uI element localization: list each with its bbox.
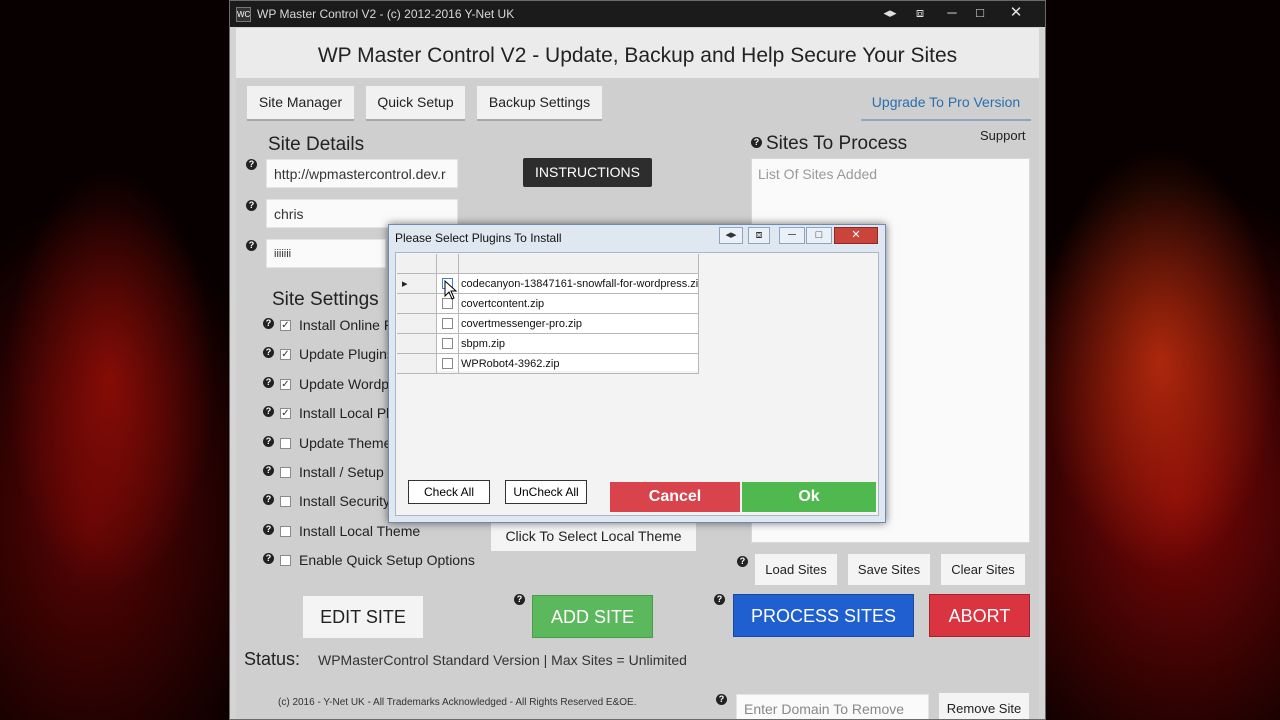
cancel-button[interactable]: Cancel (610, 482, 740, 512)
support-link[interactable]: Support (980, 128, 1026, 143)
plugin-dialog: Please Select Plugins To Install ◂▸ ⧈ ─ … (388, 224, 886, 523)
load-sites-button[interactable]: Load Sites (755, 554, 837, 585)
app-icon: WC (236, 7, 251, 22)
restore-icon[interactable]: ⧈ (748, 227, 770, 244)
help-icon[interactable]: ? (263, 523, 274, 535)
plugin-row[interactable]: covertcontent.zip (397, 294, 699, 314)
help-icon[interactable]: ? (246, 159, 257, 170)
setting-checkbox[interactable] (280, 555, 291, 567)
site-details-heading: Site Details (268, 134, 365, 155)
plugins-grid: ▸ codecanyon-13847161-snowfall-for-wordpr… (397, 254, 699, 374)
help-icon[interactable]: ? (246, 240, 257, 251)
swap-icon[interactable]: ◂▸ (878, 4, 902, 21)
help-icon[interactable]: ? (263, 406, 274, 418)
remove-site-button[interactable]: Remove Site (939, 693, 1029, 719)
setting-checkbox[interactable]: ✓ (280, 320, 291, 331)
help-icon[interactable]: ? (263, 435, 274, 447)
title-bar: WC WP Master Control V2 - (c) 2012-2016 … (230, 1, 1045, 27)
status-label: Status: (244, 649, 301, 669)
dialog-title: Please Select Plugins To Install (395, 231, 562, 245)
password-field[interactable]: iiiiiii (266, 239, 386, 268)
help-icon[interactable]: ? (714, 594, 725, 605)
setting-label: Install / Setup B (299, 464, 398, 480)
setting-checkbox[interactable] (280, 496, 291, 508)
help-icon[interactable]: ? (263, 465, 274, 476)
help-icon[interactable]: ? (263, 347, 274, 359)
dialog-body: ▸ codecanyon-13847161-snowfall-for-wordpr… (395, 252, 879, 516)
help-icon[interactable]: ? (246, 200, 257, 211)
row-indicator-icon: ▸ (402, 278, 408, 290)
copyright-text: (c) 2016 - Y-Net UK - All Trademarks Ack… (278, 697, 637, 708)
swap-icon[interactable]: ◂▸ (719, 227, 743, 244)
grid-header-row (397, 254, 699, 274)
help-icon[interactable]: ? (737, 556, 748, 567)
cursor-icon (444, 280, 458, 300)
setting-label: Install Security (299, 493, 391, 510)
instructions-button[interactable]: INSTRUCTIONS (523, 158, 652, 187)
plugin-name: covertcontent.zip (459, 294, 699, 313)
url-field[interactable]: http://wpmastercontrol.dev.r (266, 159, 458, 188)
setting-checkbox[interactable]: ✓ (280, 349, 291, 361)
help-icon[interactable]: ? (263, 376, 274, 388)
plugin-checkbox[interactable] (442, 338, 453, 349)
plugin-name: WPRobot4-3962.zip (459, 354, 699, 373)
restore-icon[interactable]: ⧈ (908, 4, 932, 21)
close-icon[interactable]: ✕ (1002, 4, 1030, 21)
help-icon[interactable]: ? (263, 318, 274, 329)
plugin-row[interactable]: WPRobot4-3962.zip (397, 354, 699, 374)
select-local-theme-button[interactable]: Click To Select Local Theme (491, 522, 696, 551)
plugin-name: sbpm.zip (459, 334, 699, 353)
maximize-icon[interactable]: □ (968, 4, 992, 21)
setting-label: Update Plugins (299, 346, 394, 363)
setting-label: Update Themes (299, 434, 399, 451)
close-icon[interactable]: ✕ (834, 227, 878, 244)
minimize-icon[interactable]: ─ (940, 4, 964, 21)
setting-checkbox[interactable] (280, 437, 291, 449)
tab-site-manager[interactable]: Site Manager (247, 86, 354, 121)
tab-backup-settings[interactable]: Backup Settings (477, 86, 602, 121)
save-sites-button[interactable]: Save Sites (848, 554, 930, 585)
help-icon[interactable]: ? (263, 494, 274, 506)
page-title: WP Master Control V2 - Update, Backup an… (236, 28, 1039, 78)
minimize-icon[interactable]: ─ (779, 227, 805, 244)
domain-to-remove-input[interactable]: Enter Domain To Remove (736, 694, 929, 719)
setting-label: Enable Quick Setup Options (299, 552, 475, 569)
plugin-checkbox[interactable] (442, 318, 453, 329)
plugin-checkbox[interactable] (442, 358, 453, 369)
window-title: WP Master Control V2 - (c) 2012-2016 Y-N… (257, 7, 515, 21)
add-site-button[interactable]: ADD SITE (532, 595, 653, 638)
setting-checkbox[interactable]: ✓ (280, 408, 291, 420)
plugin-row[interactable]: sbpm.zip (397, 334, 699, 354)
status-text: WPMasterControl Standard Version | Max S… (318, 652, 687, 668)
help-icon[interactable]: ? (514, 594, 525, 605)
site-settings-heading: Site Settings (272, 289, 379, 310)
sites-to-process-heading: Sites To Process (766, 133, 908, 154)
uncheck-all-button[interactable]: UnCheck All (505, 480, 587, 504)
setting-checkbox[interactable] (280, 525, 291, 537)
process-sites-button[interactable]: PROCESS SITES (733, 594, 914, 637)
clear-sites-button[interactable]: Clear Sites (941, 554, 1025, 585)
edit-site-button[interactable]: EDIT SITE (303, 596, 423, 638)
help-icon[interactable]: ? (716, 694, 727, 705)
setting-checkbox[interactable] (280, 467, 291, 478)
setting-label: Install Local Theme (299, 522, 421, 539)
ok-button[interactable]: Ok (742, 482, 876, 512)
help-icon[interactable]: ? (751, 137, 762, 148)
setting-checkbox[interactable]: ✓ (280, 378, 291, 390)
tab-quick-setup[interactable]: Quick Setup (366, 86, 465, 121)
upgrade-link[interactable]: Upgrade To Pro Version (861, 86, 1031, 121)
help-icon[interactable]: ? (263, 553, 274, 565)
plugin-name: codecanyon-13847161-snowfall-for-wordpre… (459, 274, 699, 293)
abort-button[interactable]: ABORT (929, 594, 1030, 637)
maximize-icon[interactable]: □ (806, 227, 832, 244)
plugin-row[interactable]: covertmessenger-pro.zip (397, 314, 699, 334)
plugin-row[interactable]: ▸ codecanyon-13847161-snowfall-for-wordpr… (397, 274, 699, 294)
plugin-name: covertmessenger-pro.zip (459, 314, 699, 333)
check-all-button[interactable]: Check All (408, 480, 490, 504)
